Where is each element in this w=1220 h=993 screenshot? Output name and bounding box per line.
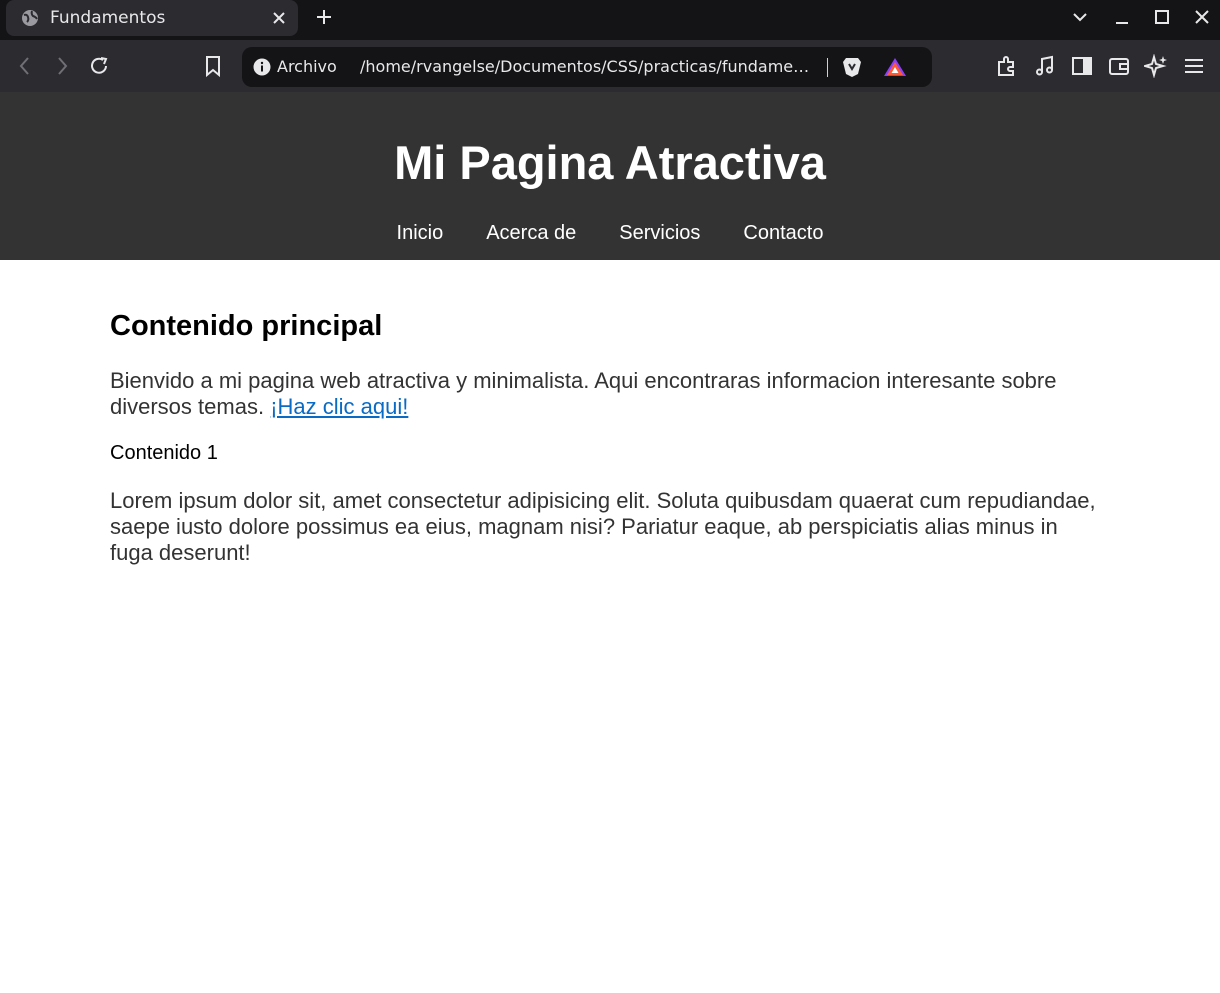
nav-link-acerca-de[interactable]: Acerca de (486, 222, 576, 245)
menu-icon[interactable] (1182, 54, 1206, 78)
tab-list-chevron-icon[interactable] (1070, 7, 1090, 27)
globe-icon (22, 10, 38, 26)
url-text[interactable]: /home/rvangelse/Documentos/CSS/practicas… (360, 57, 812, 76)
media-music-icon[interactable] (1033, 54, 1057, 78)
main-heading: Contenido principal (110, 310, 383, 342)
intro-paragraph: Bienvido a mi pagina web atractiva y min… (110, 368, 1100, 420)
nav-link-inicio[interactable]: Inicio (397, 222, 444, 245)
minimize-icon[interactable] (1112, 7, 1132, 27)
maximize-icon[interactable] (1152, 7, 1172, 27)
brave-rewards-icon[interactable] (883, 56, 907, 78)
site-nav: Inicio Acerca de Servicios Contacto (0, 222, 1220, 245)
leo-ai-icon[interactable] (1144, 54, 1168, 78)
main-content: Contenido principal Bienvido a mi pagina… (110, 310, 1110, 565)
nav-link-servicios[interactable]: Servicios (619, 222, 700, 245)
wallet-icon[interactable] (1107, 54, 1131, 78)
section-heading: Contenido 1 (110, 442, 218, 464)
extensions-icon[interactable] (995, 54, 1019, 78)
intro-link[interactable]: ¡Haz clic aqui! (270, 394, 408, 419)
address-bar[interactable]: Archivo /home/rvangelse/Documentos/CSS/p… (242, 47, 932, 87)
reload-icon[interactable] (87, 54, 111, 78)
browser-toolbar: Archivo /home/rvangelse/Documentos/CSS/p… (0, 40, 1220, 92)
url-divider (827, 58, 828, 77)
browser-tab[interactable]: Fundamentos (6, 0, 298, 36)
nav-link-contacto[interactable]: Contacto (743, 222, 823, 245)
bookmark-icon[interactable] (201, 54, 225, 78)
back-icon[interactable] (13, 54, 37, 78)
intro-text: Bienvido a mi pagina web atractiva y min… (110, 368, 1057, 419)
brave-shield-icon[interactable] (842, 56, 862, 78)
close-tab-icon[interactable] (270, 9, 288, 27)
tab-title: Fundamentos (50, 8, 166, 28)
site-title: Mi Pagina Atractiva (394, 136, 826, 189)
info-icon[interactable] (253, 58, 271, 76)
close-window-icon[interactable] (1192, 7, 1212, 27)
url-scheme-label: Archivo (277, 57, 337, 76)
tab-bar: Fundamentos (0, 0, 1220, 40)
lorem-paragraph: Lorem ipsum dolor sit, amet consectetur … (110, 488, 1096, 565)
sidebar-icon[interactable] (1070, 54, 1094, 78)
site-header: Mi Pagina Atractiva Inicio Acerca de Ser… (0, 92, 1220, 260)
forward-icon[interactable] (50, 54, 74, 78)
new-tab-icon[interactable] (314, 7, 334, 27)
